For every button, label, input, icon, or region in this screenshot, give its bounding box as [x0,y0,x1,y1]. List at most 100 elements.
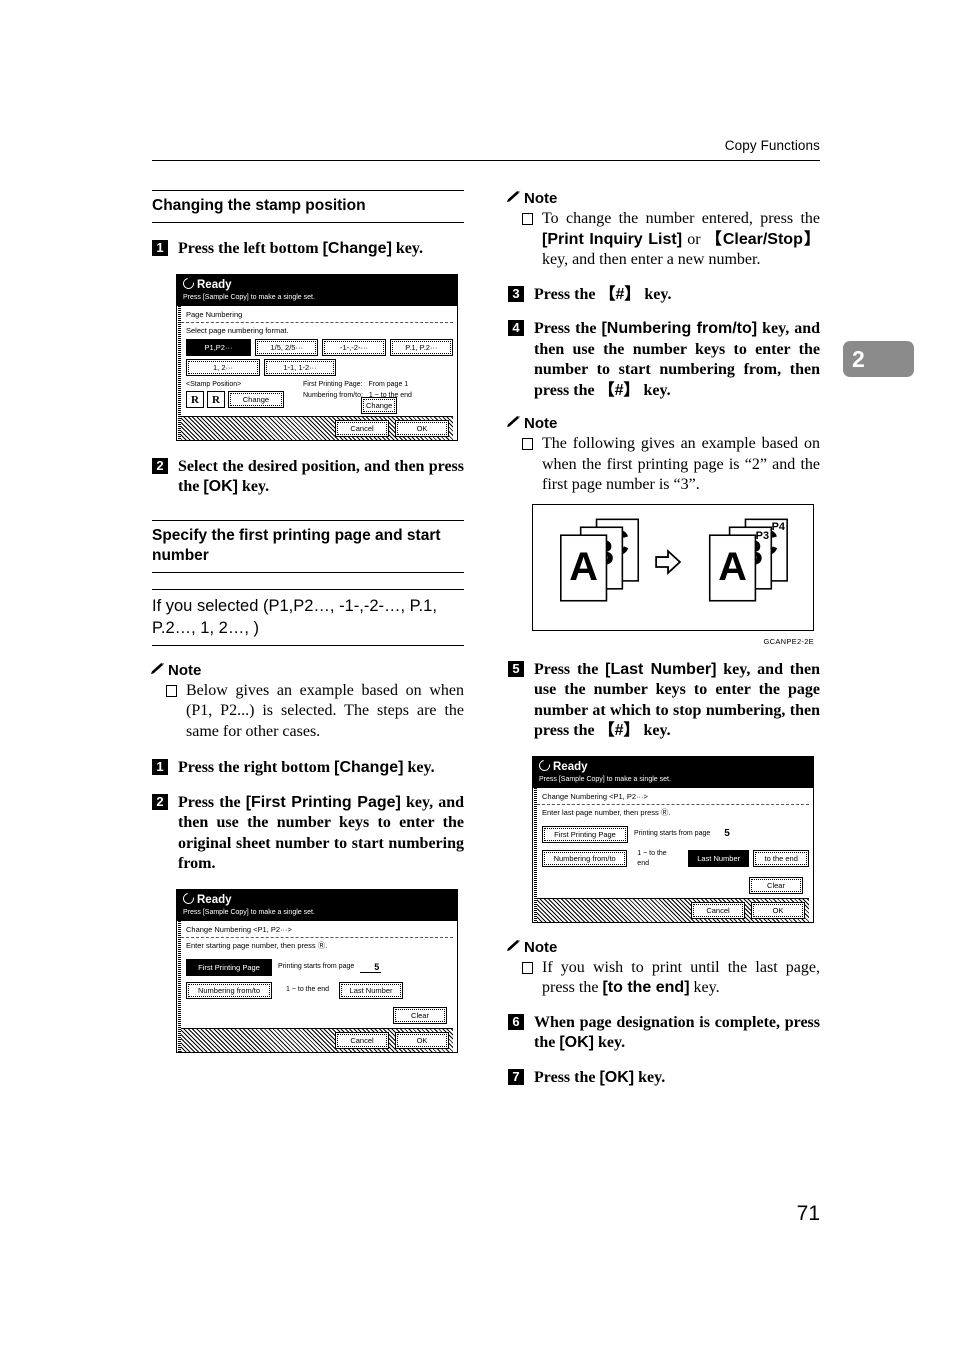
step-text: Press the left bottom [178,240,323,257]
note-item: To change the number entered, press the … [508,209,820,271]
clear-row: Clear [181,1006,453,1024]
first-printing-page-row: First Printing Page Printing starts from… [537,825,809,843]
note-label: Note [524,415,558,432]
subheading-format-list: If you selected (P1,P2…, -1-,-2-…, P.1, … [152,588,464,646]
step-7-right: 7 Press the [OK] key. [508,1068,820,1089]
header-rule [152,160,820,161]
step-number-badge: 3 [508,285,524,302]
key-label: [Change] [334,759,404,776]
lcd-status-bar: Ready Press [Sample Copy] to make a sing… [177,274,457,305]
to-the-end-button[interactable]: to the end [753,850,809,867]
ok-button[interactable]: OK [395,419,449,437]
note-text-tail: key, and then enter a new number. [542,251,761,268]
last-number-button[interactable]: Last Number [339,981,404,999]
step-1-first-page: 1 Press the right bottom [Change] key. [152,758,464,779]
numbering-from-to-button[interactable]: Numbering from/to [542,850,628,867]
numbering-from-to-row: Numbering from/to 1 ~ to the end Last Nu… [537,849,809,869]
lcd-scroll-rail [534,787,537,922]
cancel-button[interactable]: Cancel [335,1031,389,1049]
key-label: [OK] [203,478,238,495]
pencil-icon [507,939,521,951]
step-2-first-page: 2 Press the [First Printing Page] key, an… [152,793,464,875]
format-button-1-1[interactable]: 1-1, 1-2··· [264,358,336,376]
stamp-key-top-right[interactable]: R [206,390,225,408]
note-bullet-icon [166,684,177,697]
lcd-screen-title: Change Numbering <P1, P2···> [181,924,453,938]
note-text: To change the number entered, press the [542,210,820,227]
format-button-p1p2[interactable]: P1,P2··· [186,338,252,356]
note-item: The following gives an example based on … [508,434,820,496]
section-heading-first-page: Specify the first printing page and star… [152,519,464,573]
note-label: Note [524,190,558,207]
figure-caption: GCANPE2-2E [763,636,814,646]
lcd-status-sub: Press [Sample Copy] to make a single set… [539,775,671,783]
lcd-instruction: Enter last page number, then press Ⓡ. [542,807,671,817]
clear-button[interactable]: Clear [393,1006,447,1024]
first-printing-page-button[interactable]: First Printing Page [542,825,628,843]
format-button-pdot[interactable]: P.1, P.2··· [389,338,453,356]
step-number-badge: 1 [152,240,168,256]
lcd-status-sub: Press [Sample Copy] to make a single set… [183,908,315,916]
clear-row: Clear [537,876,809,894]
lcd-screen-title: Page Numbering [181,309,453,323]
stamp-key-top-left[interactable]: R [186,390,204,408]
format-button-12[interactable]: 1, 2··· [186,358,260,376]
power-ready-icon [536,757,553,773]
step-text: Press the [534,285,600,303]
svg-text:A: A [718,544,747,588]
note-text: Below gives an example based on when (P1… [186,681,464,740]
first-printing-page-label: First Printing Page: [303,380,363,388]
lcd-body: Change Numbering <P1, P2···> Enter last … [533,786,813,922]
right-column: Note To change the number entered, press… [507,190,820,1102]
step-number-badge: 6 [508,1013,524,1030]
format-button-dash[interactable]: -1-,-2-··· [322,338,386,356]
lcd-status-bar: Ready Press [Sample Copy] to make a sing… [533,756,813,787]
step-1-left: 1 Press the left bottom [Change] key. [152,239,464,260]
note-heading-3-right: Note [507,939,820,956]
step-number-badge: 1 [152,759,168,775]
first-printing-page-button[interactable]: First Printing Page [186,958,272,976]
ok-button[interactable]: OK [751,901,805,919]
clear-button[interactable]: Clear [749,876,803,894]
key-label: [Change] [322,240,392,257]
numbering-range-text: 1 ~ to the end [286,986,330,993]
step-number-badge: 5 [508,660,524,677]
lcd-ready-line: Ready [180,890,452,907]
key-label-hash: 【#】 [599,285,641,303]
lcd-ready-line: Ready [180,275,452,292]
step-text-tail: key. [639,381,671,399]
lcd-instruction: Select page numbering format. [186,325,289,335]
cancel-button[interactable]: Cancel [691,901,745,919]
pencil-icon [507,416,521,428]
lcd-ready-label: Ready [197,893,232,906]
ok-button[interactable]: OK [395,1031,449,1049]
lcd-ready-label: Ready [197,278,232,291]
change-button-right[interactable]: Change [361,396,398,414]
step-text: Press the [534,660,606,678]
key-label-numbering-from-to: [Numbering from/to] [601,320,758,337]
note-label: Note [168,661,202,679]
last-number-button[interactable]: Last Number [687,850,750,867]
note-text-mid: or [682,230,706,248]
cancel-button[interactable]: Cancel [335,419,389,437]
first-printing-page-row: First Printing Page Printing starts from… [181,958,453,976]
key-label-last-number: [Last Number] [605,660,717,678]
step-number-badge: 4 [508,320,524,336]
step-number-badge: 7 [508,1068,524,1085]
step-text: Press the [178,793,246,811]
stamp-position-label: <Stamp Position> [186,380,242,388]
svg-text:P3: P3 [756,530,769,542]
note-heading-2-right: Note [507,415,820,432]
printing-starts-value: 5 [724,828,730,839]
numbering-from-to-row: Numbering from/to 1 ~ to the end Last Nu… [181,981,453,999]
step-text: Press the [534,320,602,337]
step-text-tail: key. [403,759,435,776]
format-button-fraction[interactable]: 1/5, 2/5··· [255,338,319,356]
change-button-left[interactable]: Change [227,390,284,408]
numbering-from-to-button[interactable]: Numbering from/to [186,981,272,999]
lcd-status-sub: Press [Sample Copy] to make a single set… [183,293,315,301]
note-bullet-icon [522,213,533,225]
first-printing-page-value: From page 1 [368,380,409,388]
lcd-body: Change Numbering <P1, P2···> Enter start… [177,919,457,1052]
step-4-right: 4 Press the [Numbering from/to] key, and … [508,319,820,401]
